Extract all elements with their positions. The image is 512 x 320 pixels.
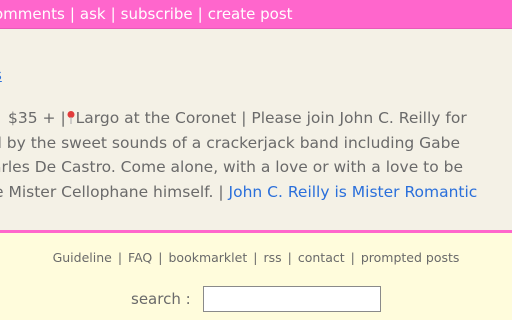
footer-separator: |: [117, 250, 123, 265]
footer-link-faq[interactable]: FAQ: [128, 250, 152, 265]
post-line-2: d by the sweet sounds of a crackerjack b…: [0, 133, 461, 152]
footer-separator: |: [158, 250, 163, 265]
post-tag-link[interactable]: John C. Reilly is Mister Romantic: [229, 183, 478, 201]
nav-subscribe-link[interactable]: subscribe: [121, 5, 193, 23]
post-line-4: e Mister Cellophane himself. | John C. R…: [0, 180, 512, 205]
partial-link[interactable]: s: [0, 66, 2, 84]
nav-separator: |: [197, 5, 203, 23]
post-location: Largo at the Coronet: [75, 109, 237, 127]
search-label: search :: [131, 290, 191, 308]
footer-link-guideline[interactable]: Guideline: [53, 250, 112, 265]
footer: Guideline | FAQ | bookmarklet | rss | contact | pr…: [0, 233, 512, 320]
footer-link-rss[interactable]: rss: [263, 250, 281, 265]
nav-create-post-link[interactable]: create post: [208, 5, 293, 23]
top-nav-bar: omments | ask | subscribe | create post: [0, 0, 512, 29]
post-text-1: | Please join John C. Reilly for: [241, 109, 467, 127]
footer-separator: |: [253, 250, 258, 265]
footer-separator: |: [350, 250, 355, 265]
footer-link-contact[interactable]: contact: [298, 250, 345, 265]
nav-comments-link[interactable]: omments: [0, 5, 65, 23]
footer-links: Guideline | FAQ | bookmarklet | rss | contact | pr…: [0, 250, 512, 266]
search-input[interactable]: [203, 286, 381, 312]
top-nav: omments | ask | subscribe | create post: [0, 5, 293, 23]
post-line-3: arles De Castro. Come alone, with a love…: [0, 158, 464, 176]
post-line-1: $35 + | Largo at the Coronet | Please joi…: [8, 106, 512, 131]
footer-separator: |: [287, 250, 292, 265]
post-text-4: e Mister Cellophane himself. |: [0, 182, 224, 201]
nav-ask-link[interactable]: ask: [80, 5, 106, 23]
post-body: $35 + | Largo at the Coronet | Please joi…: [0, 106, 512, 204]
nav-separator: |: [110, 5, 116, 23]
post-price: $35 +: [8, 109, 56, 127]
map-pin-icon: [66, 109, 76, 127]
footer-link-prompted-posts[interactable]: prompted posts: [361, 250, 460, 265]
nav-separator: |: [69, 5, 75, 23]
footer-link-bookmarklet[interactable]: bookmarklet: [168, 250, 247, 265]
